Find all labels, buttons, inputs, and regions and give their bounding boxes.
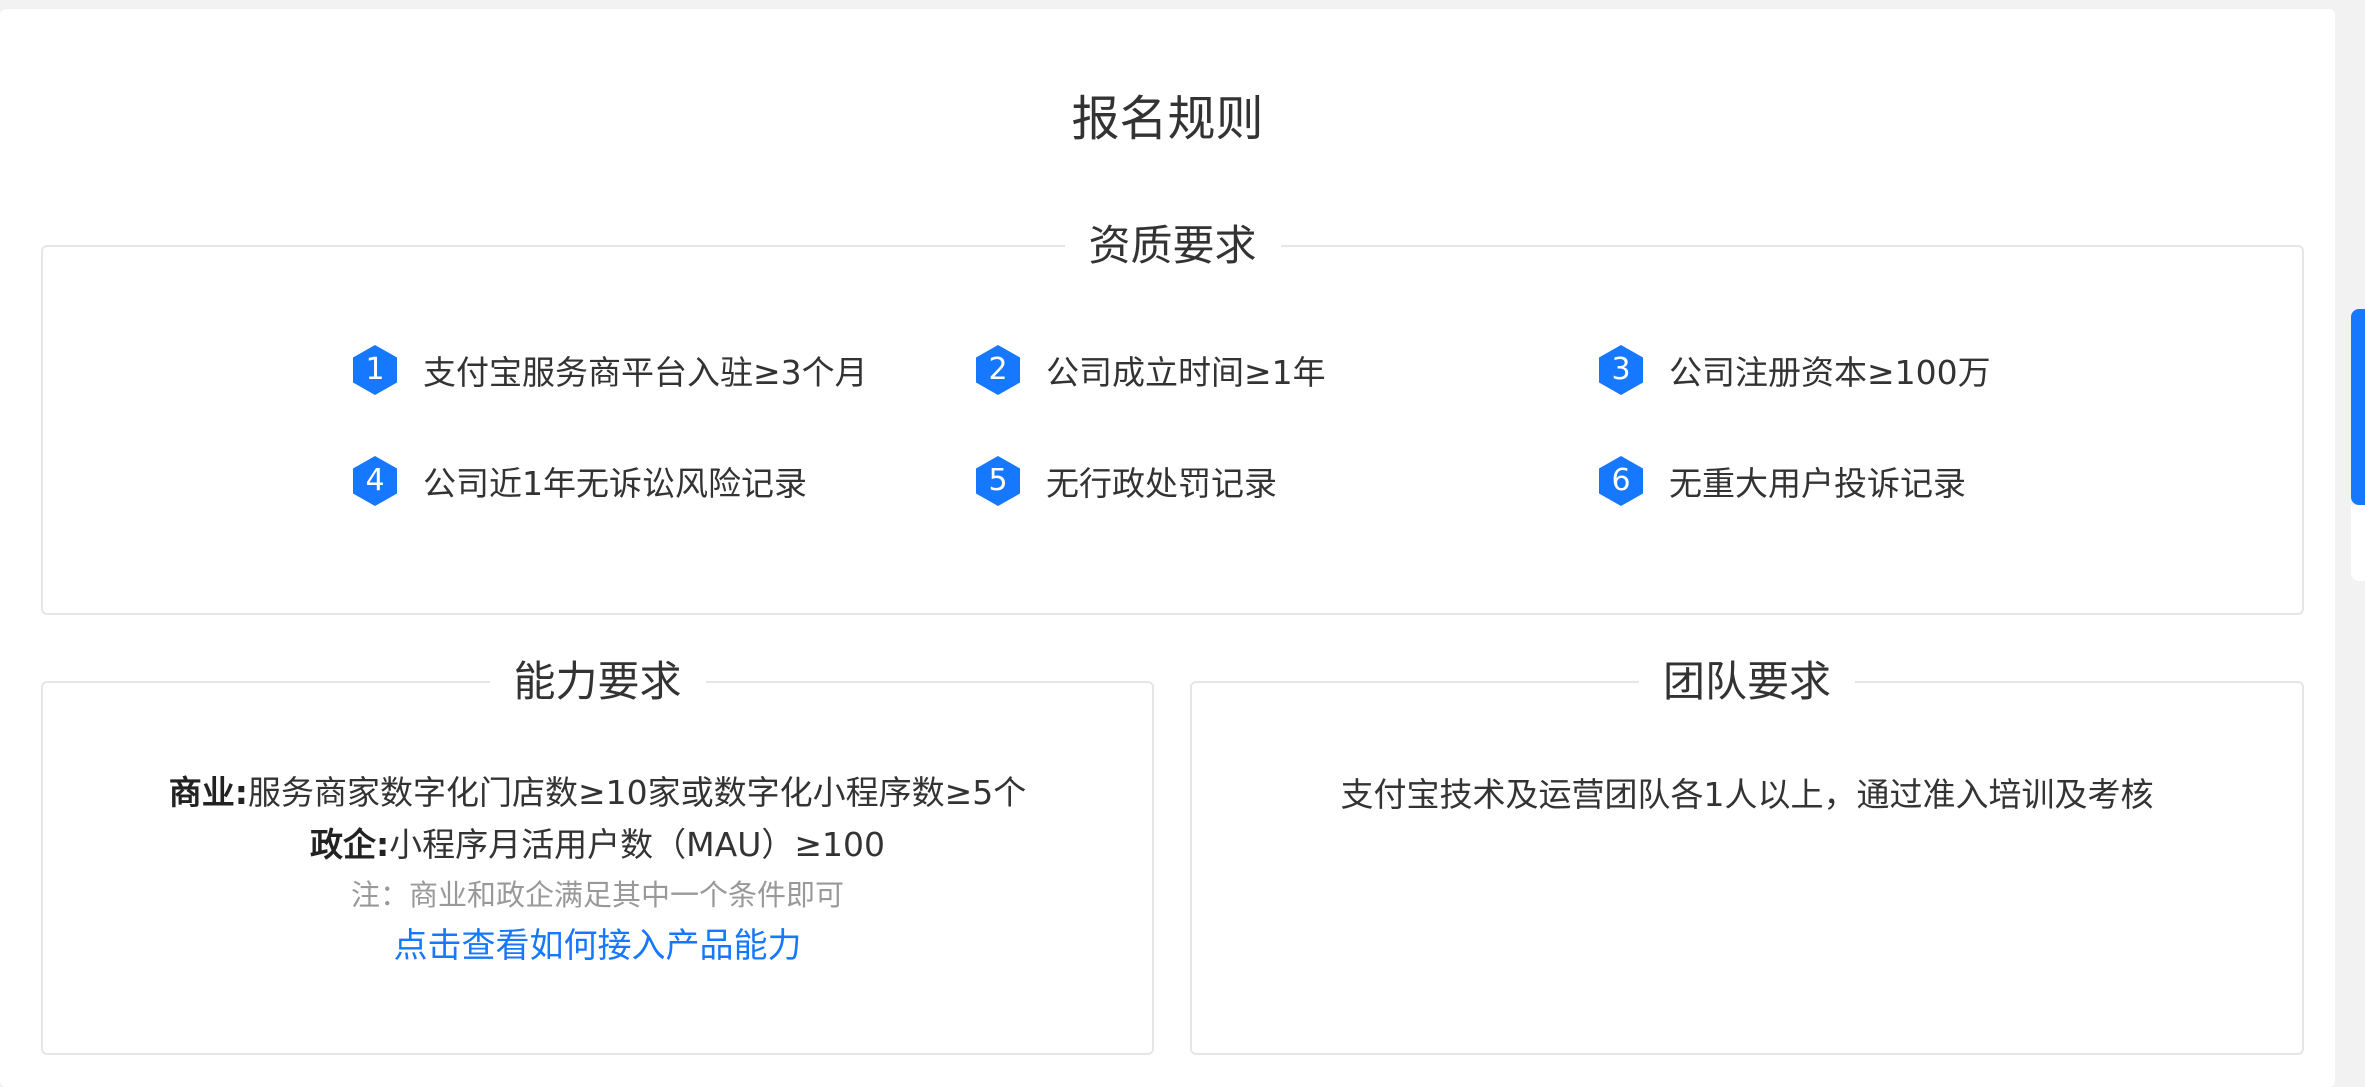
ability-note: 注：商业和政企满足其中一个条件即可 [350, 878, 844, 912]
qualification-item-text: 无行政处罚记录 [1046, 464, 1277, 503]
team-requirement-text: 支付宝技术及运营团队各1人以上，通过准入培训及考核 [1340, 775, 2154, 814]
qualification-item-text: 公司成立时间≥1年 [1046, 353, 1326, 392]
qualification-item-text: 支付宝服务商平台入驻≥3个月 [423, 353, 868, 392]
government-label: 政企: [309, 825, 390, 864]
qualification-item-4: 4 公司近1年无诉讼风险记录 [353, 453, 807, 509]
scrollbar-track[interactable] [2351, 505, 2365, 581]
qualification-item-text: 公司注册资本≥100万 [1669, 353, 1991, 392]
ability-section: 能力要求 商业:服务商家数字化门店数≥10家或数字化小程序数≥5个 政企:小程序… [41, 653, 1154, 1055]
qualification-title: 资质要求 [1064, 217, 1281, 275]
page-title: 报名规则 [1071, 91, 1264, 147]
number-hexagon-icon: 3 [1599, 345, 1643, 395]
commercial-text: 服务商家数字化门店数≥10家或数字化小程序数≥5个 [247, 773, 1027, 812]
number-hexagon-icon: 5 [976, 456, 1020, 506]
qualification-item-3: 3 公司注册资本≥100万 [1599, 342, 1991, 398]
qualification-item-2: 2 公司成立时间≥1年 [976, 342, 1326, 398]
commercial-requirement: 商业:服务商家数字化门店数≥10家或数字化小程序数≥5个 [43, 767, 1152, 819]
qualification-item-text: 公司近1年无诉讼风险记录 [423, 464, 807, 503]
team-title: 团队要求 [1638, 653, 1856, 711]
qualification-section: 资质要求 1 支付宝服务商平台入驻≥3个月 2 公司成立时间≥1年 3 公司注册… [41, 217, 2304, 615]
ability-title: 能力要求 [489, 653, 706, 711]
rules-card: 报名规则 资质要求 1 支付宝服务商平台入驻≥3个月 2 公司成立时间≥1年 3… [0, 9, 2335, 1087]
number-hexagon-icon: 1 [353, 345, 397, 395]
qualification-item-6: 6 无重大用户投诉记录 [1599, 453, 1966, 509]
government-requirement: 政企:小程序月活用户数（MAU）≥100 [43, 819, 1152, 871]
number-hexagon-icon: 4 [353, 456, 397, 506]
team-section: 团队要求 支付宝技术及运营团队各1人以上，通过准入培训及考核 [1190, 653, 2304, 1055]
commercial-label: 商业: [168, 773, 248, 812]
ability-body: 商业:服务商家数字化门店数≥10家或数字化小程序数≥5个 政企:小程序月活用户数… [43, 767, 1152, 973]
scrollbar-thumb[interactable] [2351, 309, 2365, 505]
number-hexagon-icon: 2 [976, 345, 1020, 395]
qualification-item-5: 5 无行政处罚记录 [976, 453, 1277, 509]
number-hexagon-icon: 6 [1599, 456, 1643, 506]
qualification-item-text: 无重大用户投诉记录 [1669, 464, 1966, 503]
government-text: 小程序月活用户数（MAU）≥100 [389, 825, 886, 864]
qualification-item-1: 1 支付宝服务商平台入驻≥3个月 [353, 342, 868, 398]
view-integration-link[interactable]: 点击查看如何接入产品能力 [394, 919, 802, 973]
